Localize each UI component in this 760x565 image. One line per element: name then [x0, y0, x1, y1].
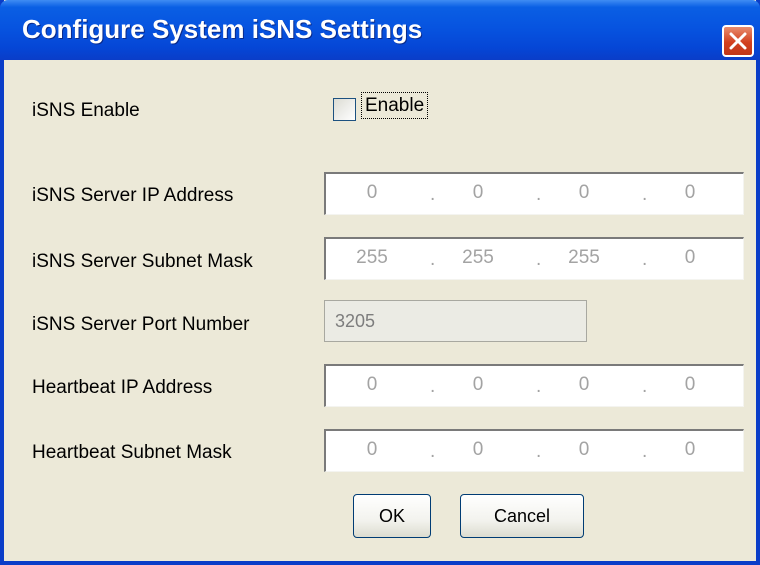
ip-separator: .	[642, 249, 648, 270]
ip-octet[interactable]: 0	[342, 439, 402, 461]
ip-separator: .	[430, 249, 436, 270]
ip-separator: .	[536, 376, 542, 397]
ip-octet[interactable]: 0	[660, 439, 720, 461]
ip-separator: .	[642, 376, 648, 397]
ip-octet[interactable]: 0	[554, 182, 614, 204]
ip-octet[interactable]: 0	[448, 439, 508, 461]
ip-octet[interactable]: 0	[660, 374, 720, 396]
ip-separator: .	[536, 184, 542, 205]
ip-octet[interactable]: 0	[660, 182, 720, 204]
server-port-value: 3205	[335, 311, 376, 331]
heartbeat-mask-input[interactable]: 0 . 0 . 0 . 0	[324, 429, 744, 472]
server-mask-input[interactable]: 255 . 255 . 255 . 0	[324, 237, 744, 280]
ip-octet[interactable]: 0	[660, 247, 720, 269]
heartbeat-ip-input[interactable]: 0 . 0 . 0 . 0	[324, 364, 744, 407]
server-port-label: iSNS Server Port Number	[32, 314, 250, 335]
ip-octet[interactable]: 0	[448, 374, 508, 396]
heartbeat-mask-label: Heartbeat Subnet Mask	[32, 442, 232, 463]
server-mask-label: iSNS Server Subnet Mask	[32, 251, 253, 272]
ip-separator: .	[430, 184, 436, 205]
ip-octet[interactable]: 255	[342, 247, 402, 269]
isns-enable-checkbox[interactable]	[333, 98, 356, 121]
ip-octet[interactable]: 255	[448, 247, 508, 269]
ok-button[interactable]: OK	[353, 494, 431, 538]
ip-separator: .	[642, 441, 648, 462]
isns-enable-label: iSNS Enable	[32, 100, 140, 121]
ip-separator: .	[536, 441, 542, 462]
title-bar[interactable]: Configure System iSNS Settings	[0, 0, 760, 60]
ip-octet[interactable]: 0	[342, 182, 402, 204]
ip-octet[interactable]: 0	[342, 374, 402, 396]
ip-octet[interactable]: 0	[554, 374, 614, 396]
ip-separator: .	[536, 249, 542, 270]
ip-separator: .	[430, 376, 436, 397]
cancel-button[interactable]: Cancel	[460, 494, 584, 538]
heartbeat-ip-label: Heartbeat IP Address	[32, 377, 213, 398]
ip-octet[interactable]: 0	[448, 182, 508, 204]
ip-separator: .	[642, 184, 648, 205]
close-icon	[729, 32, 747, 50]
ip-separator: .	[430, 441, 436, 462]
server-port-input: 3205	[324, 300, 587, 342]
dialog-window: Configure System iSNS Settings	[0, 0, 760, 565]
server-ip-label: iSNS Server IP Address	[32, 185, 234, 206]
window-title: Configure System iSNS Settings	[22, 14, 423, 44]
close-button[interactable]	[722, 25, 754, 57]
ip-octet[interactable]: 0	[554, 439, 614, 461]
enable-checkbox-label[interactable]: Enable	[361, 92, 429, 119]
ip-octet[interactable]: 255	[554, 247, 614, 269]
server-ip-input[interactable]: 0 . 0 . 0 . 0	[324, 172, 744, 215]
